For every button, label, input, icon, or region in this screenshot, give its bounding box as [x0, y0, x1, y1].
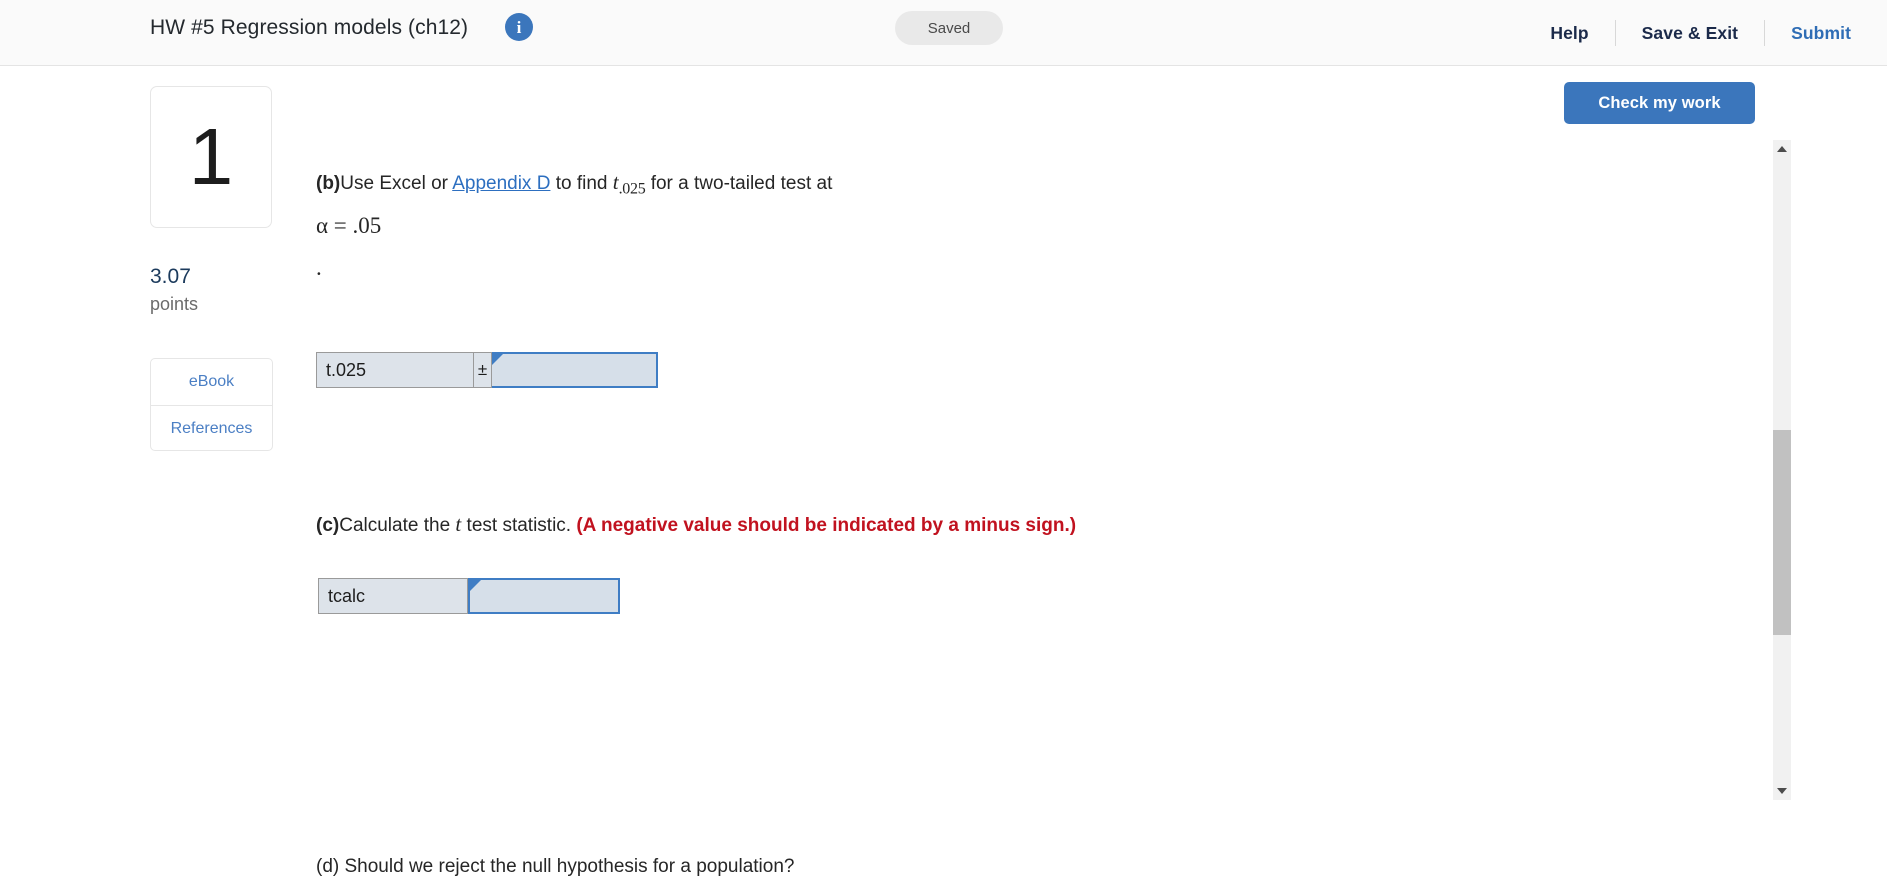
appendix-d-link[interactable]: Appendix D — [452, 173, 550, 194]
part-b-text-1: Use Excel or — [340, 173, 453, 194]
part-b-marker: (b) — [316, 173, 341, 194]
vertical-scrollbar[interactable] — [1773, 140, 1791, 800]
right-gutter — [1791, 66, 1887, 823]
part-c-answer-input-cell[interactable] — [468, 578, 620, 614]
status-badge: Saved — [895, 11, 1003, 45]
question-body: (b)Use Excel or Appendix D to find t.025… — [0, 66, 1760, 877]
top-bar: HW #5 Regression models (ch12) i Saved H… — [0, 0, 1887, 66]
submit-button[interactable]: Submit — [1765, 23, 1851, 44]
unanswered-marker-icon — [492, 354, 503, 365]
part-b-text-2: to find — [550, 173, 613, 194]
part-c-text-1: Calculate the — [339, 515, 456, 536]
part-c-text: (c)Calculate the t test statistic. (A ne… — [316, 512, 1076, 537]
formula-trailing-period: . — [316, 254, 322, 280]
top-nav: Help Save & Exit Submit — [1524, 0, 1851, 66]
part-c-warning: (A negative value should be indicated by… — [576, 515, 1077, 536]
part-d-cutoff-text: (d) Should we reject the null hypothesis… — [316, 856, 795, 877]
scroll-down-icon[interactable] — [1773, 782, 1791, 800]
part-c-marker: (c) — [316, 515, 340, 536]
info-icon[interactable]: i — [505, 13, 533, 41]
save-and-exit-button[interactable]: Save & Exit — [1616, 23, 1764, 44]
part-b-answer-input-cell[interactable] — [492, 352, 658, 388]
part-b-text-3: for a two-tailed test at — [645, 173, 833, 194]
scroll-up-icon[interactable] — [1773, 140, 1791, 158]
alpha-formula: α = .05 — [316, 213, 382, 239]
part-c-answer-label: tcalc — [318, 578, 468, 614]
plus-minus-cell: ± — [474, 352, 492, 388]
assignment-title: HW #5 Regression models (ch12) — [150, 16, 469, 39]
t-subscript: .025 — [618, 180, 646, 198]
part-c-answer-row: tcalc — [318, 578, 620, 614]
part-b-answer-label: t.025 — [316, 352, 474, 388]
scrollbar-thumb[interactable] — [1773, 430, 1791, 635]
unanswered-marker-icon — [470, 580, 481, 591]
part-c-text-2: test statistic. — [461, 515, 577, 536]
part-b-text: (b)Use Excel or Appendix D to find t.025… — [316, 166, 1116, 286]
help-button[interactable]: Help — [1524, 23, 1614, 44]
part-b-answer-row: t.025 ± — [316, 352, 658, 388]
